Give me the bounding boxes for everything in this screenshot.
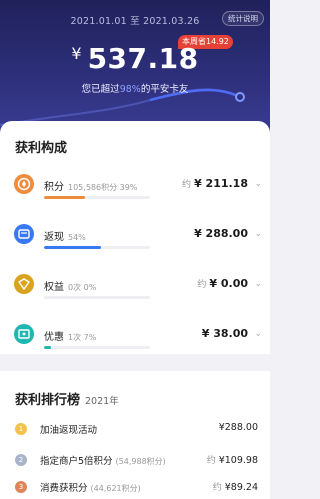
chevron-down-icon[interactable]: ⌄ <box>254 279 262 289</box>
composition-row-discount[interactable]: 优惠 1次 7% ¥ 38.00 ⌄ <box>0 318 270 358</box>
share-bar <box>44 196 150 199</box>
item-value: ¥ 38.00 <box>199 327 248 340</box>
share-bar <box>44 246 150 249</box>
discount-icon <box>14 324 34 344</box>
ranking-row[interactable]: 2 指定商户5倍积分 (54,988积分) 约 ¥109.98 <box>0 450 270 472</box>
ranking-item-name: 加油返现活动 <box>40 425 98 436</box>
rank-prefix: 您已超过 <box>81 84 120 95</box>
composition-item: 权益 0次 0% <box>44 278 96 293</box>
approx-label: 约 <box>197 280 207 290</box>
ranking-item-detail: (54,988积分) <box>115 457 166 466</box>
item-detail: 105,586积分 39% <box>68 183 138 192</box>
ranking-item: 加油返现活动 <box>40 422 100 436</box>
date-start: 2021.01.01 <box>70 16 127 27</box>
composition-title: 获利构成 <box>15 141 68 156</box>
composition-row-cashback[interactable]: 返现 54% ¥ 288.00 ⌄ <box>0 218 270 258</box>
rank-medal-icon: 3 <box>15 481 27 493</box>
item-label: 权益 <box>44 282 64 293</box>
ranking-value: ¥288.00 <box>216 422 258 433</box>
rank-medal-icon: 1 <box>15 423 27 435</box>
ranking-row[interactable]: 3 消费获积分 (44,621积分) 约 ¥89.24 <box>0 477 270 499</box>
approx-label: 约 <box>206 456 216 466</box>
chevron-down-icon[interactable]: ⌄ <box>254 329 262 339</box>
ranking-year: 2021年 <box>85 396 119 407</box>
item-label: 返现 <box>44 232 64 243</box>
share-bar <box>44 346 150 349</box>
item-amount: ¥ 0.00 <box>209 277 248 290</box>
item-amount: ¥ 288.00 <box>194 227 248 240</box>
item-detail: 0次 0% <box>68 283 97 292</box>
item-detail: 54% <box>68 233 86 242</box>
item-detail: 1次 7% <box>68 333 97 342</box>
summary-header: 2021.01.01 至 2021.03.26 统计说明 本周省14.92 ¥5… <box>0 0 270 135</box>
cashback-icon <box>14 224 34 244</box>
share-bar <box>44 296 150 299</box>
ranking-title-text: 获利排行榜 <box>15 393 81 408</box>
date-separator: 至 <box>130 16 140 27</box>
share-bar-fill <box>44 196 86 199</box>
currency-symbol: ¥ <box>71 44 82 63</box>
approx-label: 约 <box>182 180 192 190</box>
ranking-title: 获利排行榜 2021年 <box>15 389 119 408</box>
item-value: 约 ¥ 211.18 <box>182 177 248 190</box>
ranking-item-name: 消费获积分 <box>40 483 88 494</box>
date-end: 2021.03.26 <box>143 16 200 27</box>
ranking-value: 约 ¥89.24 <box>213 480 258 493</box>
composition-item: 返现 54% <box>44 228 86 243</box>
composition-row-rights[interactable]: 权益 0次 0% 约 ¥ 0.00 ⌄ <box>0 268 270 308</box>
ranking-value: 约 ¥109.98 <box>207 453 258 466</box>
ranking-amount: ¥89.24 <box>224 482 258 493</box>
item-amount: ¥ 211.18 <box>194 177 248 190</box>
approx-label: 约 <box>212 483 222 493</box>
item-value: 约 ¥ 0.00 <box>197 277 248 290</box>
share-bar-fill <box>44 346 52 349</box>
ranking-item: 消费获积分 (44,621积分) <box>40 480 141 494</box>
chevron-down-icon[interactable]: ⌄ <box>254 179 262 189</box>
total-amount: 537.18 <box>87 42 199 75</box>
ranking-row[interactable]: 1 加油返现活动 ¥288.00 <box>0 419 270 441</box>
item-amount: ¥ 38.00 <box>201 327 248 340</box>
item-label: 积分 <box>44 182 64 193</box>
stats-explanation-button[interactable]: 统计说明 <box>222 11 264 26</box>
ranking-amount: ¥109.98 <box>218 455 258 466</box>
ranking-item-name: 指定商户5倍积分 <box>40 456 113 467</box>
composition-row-points[interactable]: 积分 105,586积分 39% 约 ¥ 211.18 ⌄ <box>0 168 270 208</box>
rank-suffix: 的平安卡友 <box>140 84 189 95</box>
ranking-item-detail: (44,621积分) <box>90 484 141 493</box>
rights-icon <box>14 274 34 294</box>
ranking-amount: ¥288.00 <box>218 422 258 433</box>
rank-note: 您已超过98%的平安卡友 <box>0 81 270 95</box>
share-bar-fill <box>44 246 102 249</box>
total-savings: ¥537.18 <box>0 42 270 75</box>
composition-item: 积分 105,586积分 39% <box>44 178 137 193</box>
points-icon <box>14 174 34 194</box>
ranking-item: 指定商户5倍积分 (54,988积分) <box>40 453 166 467</box>
profit-composition-card: 获利构成 积分 105,586积分 39% 约 ¥ 211.18 ⌄ 返现 54% ¥… <box>0 121 270 354</box>
rank-percent: 98% <box>119 84 141 95</box>
item-value: ¥ 288.00 <box>191 227 248 240</box>
composition-item: 优惠 1次 7% <box>44 328 96 343</box>
chevron-down-icon[interactable]: ⌄ <box>254 229 262 239</box>
profit-ranking-card: 获利排行榜 2021年 1 加油返现活动 ¥288.00 2 指定商户5倍积分 (5… <box>0 371 270 499</box>
item-label: 优惠 <box>44 332 64 343</box>
rank-medal-icon: 2 <box>15 454 27 466</box>
